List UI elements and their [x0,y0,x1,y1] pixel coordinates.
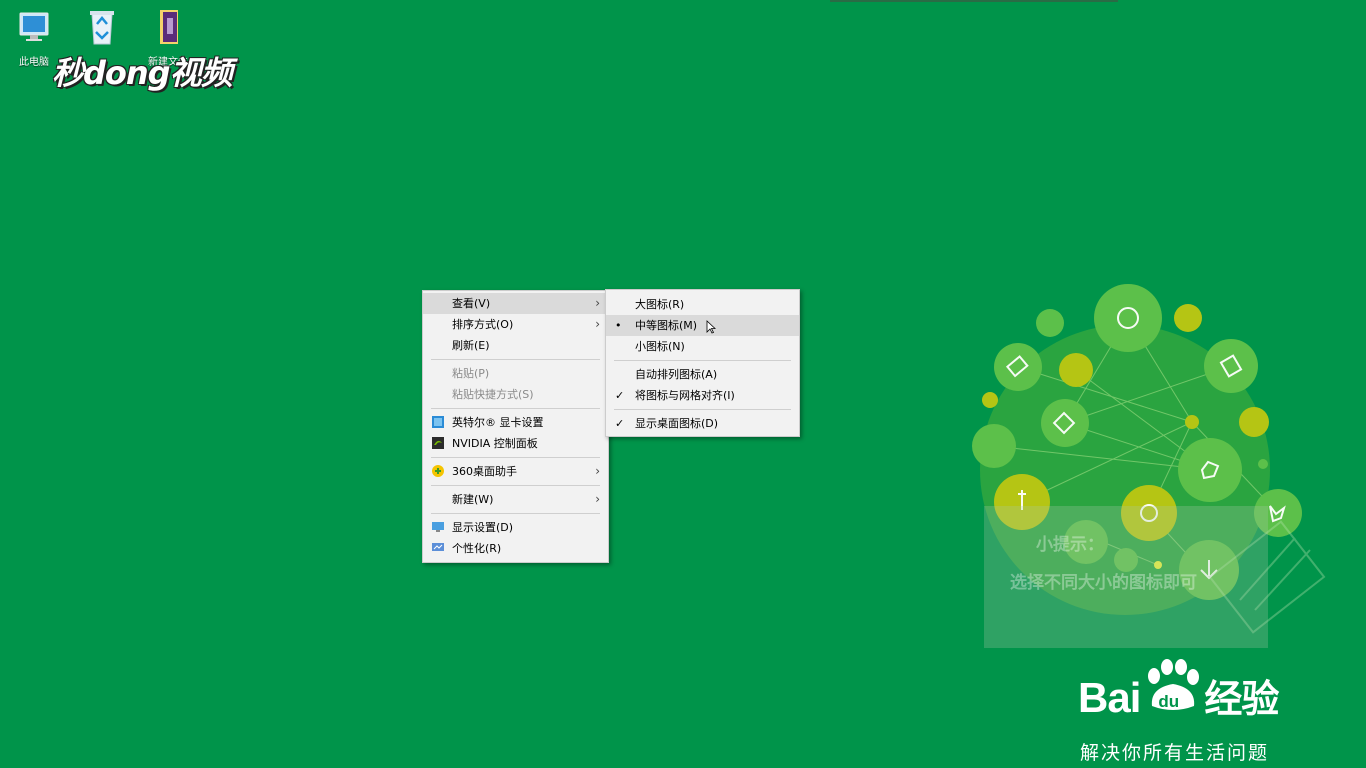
computer-icon [19,12,49,41]
view-submenu: 大图标(R) • 中等图标(M) 小图标(N) 自动排列图标(A) ✓ 将图标与… [605,289,800,437]
menu-item-new[interactable]: 新建(W) › [423,489,608,510]
menu-separator [431,485,600,486]
baidu-jingyan-logo: Bai du 经验 [1078,659,1279,723]
menu-item-display-settings[interactable]: 显示设置(D) [423,517,608,538]
menu-item-label: 粘贴(P) [452,367,490,380]
submenu-item-align-to-grid[interactable]: ✓ 将图标与网格对齐(I) [606,385,799,406]
menu-item-personalize[interactable]: 个性化(R) [423,538,608,559]
chevron-right-icon: › [595,464,600,478]
bullet-icon: • [615,319,622,332]
menu-item-label: 排序方式(O) [452,318,514,331]
chevron-right-icon: › [595,317,600,331]
menu-item-label: 将图标与网格对齐(I) [635,389,735,402]
desktop-icon-recycle-bin[interactable] [74,6,130,53]
menu-item-label: 显示桌面图标(D) [635,417,719,430]
menu-item-refresh[interactable]: 刷新(E) [423,335,608,356]
menu-item-label: 大图标(R) [635,298,685,311]
chevron-right-icon: › [595,296,600,310]
nvidia-icon [432,437,444,449]
display-icon [432,522,444,532]
chevron-right-icon: › [595,492,600,506]
tip-text: 选择不同大小的图标即可 [1010,573,1197,593]
checkmark-icon: ✓ [615,389,625,402]
menu-item-label: 中等图标(M) [635,319,698,332]
submenu-item-auto-arrange[interactable]: 自动排列图标(A) [606,364,799,385]
menu-item-intel-graphics[interactable]: 英特尔® 显卡设置 [423,412,608,433]
baidu-brand-text: Bai [1078,674,1141,721]
menu-separator [431,408,600,409]
menu-item-label: 英特尔® 显卡设置 [452,416,544,429]
top-edge-bar [830,0,1118,2]
menu-item-360-desktop[interactable]: 360桌面助手 › [423,461,608,482]
folder-icon [160,10,178,44]
baidu-brand-suffix: 经验 [1204,679,1279,721]
submenu-item-medium-icons[interactable]: • 中等图标(M) [606,315,799,336]
menu-item-label: 新建(W) [452,493,494,506]
personalize-icon [432,543,444,551]
menu-item-nvidia-control-panel[interactable]: NVIDIA 控制面板 [423,433,608,454]
submenu-item-large-icons[interactable]: 大图标(R) [606,294,799,315]
baidu-paw-icon: du [1140,659,1204,716]
desktop-context-menu: 查看(V) › 排序方式(O) › 刷新(E) 粘贴(P) 粘贴快捷方式(S) … [422,290,609,563]
menu-item-label: 360桌面助手 [452,465,517,478]
baidu-slogan: 解决你所有生活问题 [1080,742,1270,764]
menu-item-label: 显示设置(D) [452,521,514,534]
menu-separator [431,513,600,514]
menu-item-label: NVIDIA 控制面板 [452,437,538,450]
tip-title: 小提示： [1036,535,1104,555]
menu-item-paste-shortcut: 粘贴快捷方式(S) [423,384,608,405]
menu-item-label: 粘贴快捷方式(S) [452,388,534,401]
menu-item-label: 小图标(N) [635,340,685,353]
mouse-cursor-icon [706,320,716,334]
baidu-paw-text: du [1158,692,1180,711]
menu-separator [614,360,791,361]
menu-item-paste: 粘贴(P) [423,363,608,384]
menu-item-view[interactable]: 查看(V) › [423,293,608,314]
submenu-item-small-icons[interactable]: 小图标(N) [606,336,799,357]
checkmark-icon: ✓ [615,417,625,430]
menu-item-label: 刷新(E) [452,339,490,352]
menu-separator [431,457,600,458]
menu-item-label: 个性化(R) [452,542,502,555]
menu-item-sort-by[interactable]: 排序方式(O) › [423,314,608,335]
recycle-bin-icon [90,11,114,45]
submenu-item-show-desktop-icons[interactable]: ✓ 显示桌面图标(D) [606,413,799,434]
video-watermark-logo: 秒dong视频 [52,54,233,92]
menu-item-label: 自动排列图标(A) [635,368,718,381]
360-icon [432,465,444,477]
menu-item-label: 查看(V) [452,297,491,310]
menu-separator [614,409,791,410]
intel-graphics-icon [432,416,444,428]
menu-separator [431,359,600,360]
